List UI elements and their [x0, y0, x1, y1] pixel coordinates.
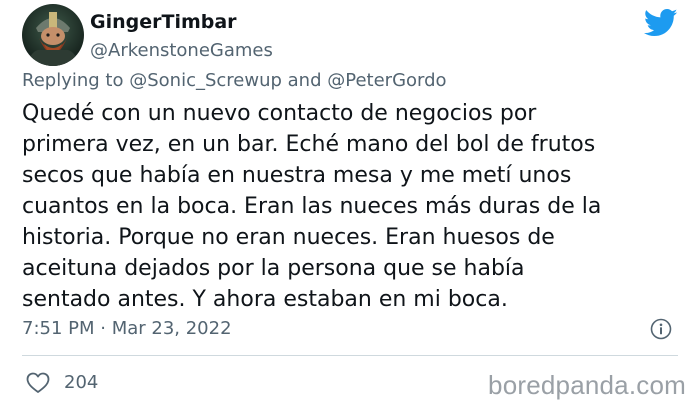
tweet-timestamp[interactable]: 7:51 PM · Mar 23, 2022: [22, 318, 232, 339]
replying-to-line: Replying to @Sonic_Screwup and @PeterGor…: [22, 70, 447, 91]
like-count[interactable]: 204: [64, 372, 98, 393]
dwarf-avatar-icon[interactable]: [22, 4, 84, 66]
heart-icon[interactable]: [26, 372, 50, 394]
tweet-header: GingerTimbar @ArkenstoneGames: [22, 4, 678, 68]
twitter-bird-icon[interactable]: [643, 8, 678, 38]
divider: [22, 355, 678, 356]
replying-to-label: Replying to: [22, 70, 124, 91]
info-icon[interactable]: [650, 318, 672, 340]
user-handle[interactable]: @ArkenstoneGames: [90, 40, 273, 61]
replying-conjunction: and: [287, 70, 322, 91]
tweet-text: Quedé con un nuevo contacto de negocios …: [22, 101, 602, 312]
boredpanda-watermark: boredpanda.com: [488, 370, 686, 400]
user-display-name[interactable]: GingerTimbar: [90, 11, 237, 33]
mention-link-sonic[interactable]: @Sonic_Screwup: [129, 70, 282, 91]
mention-link-peter[interactable]: @PeterGordo: [327, 70, 446, 91]
